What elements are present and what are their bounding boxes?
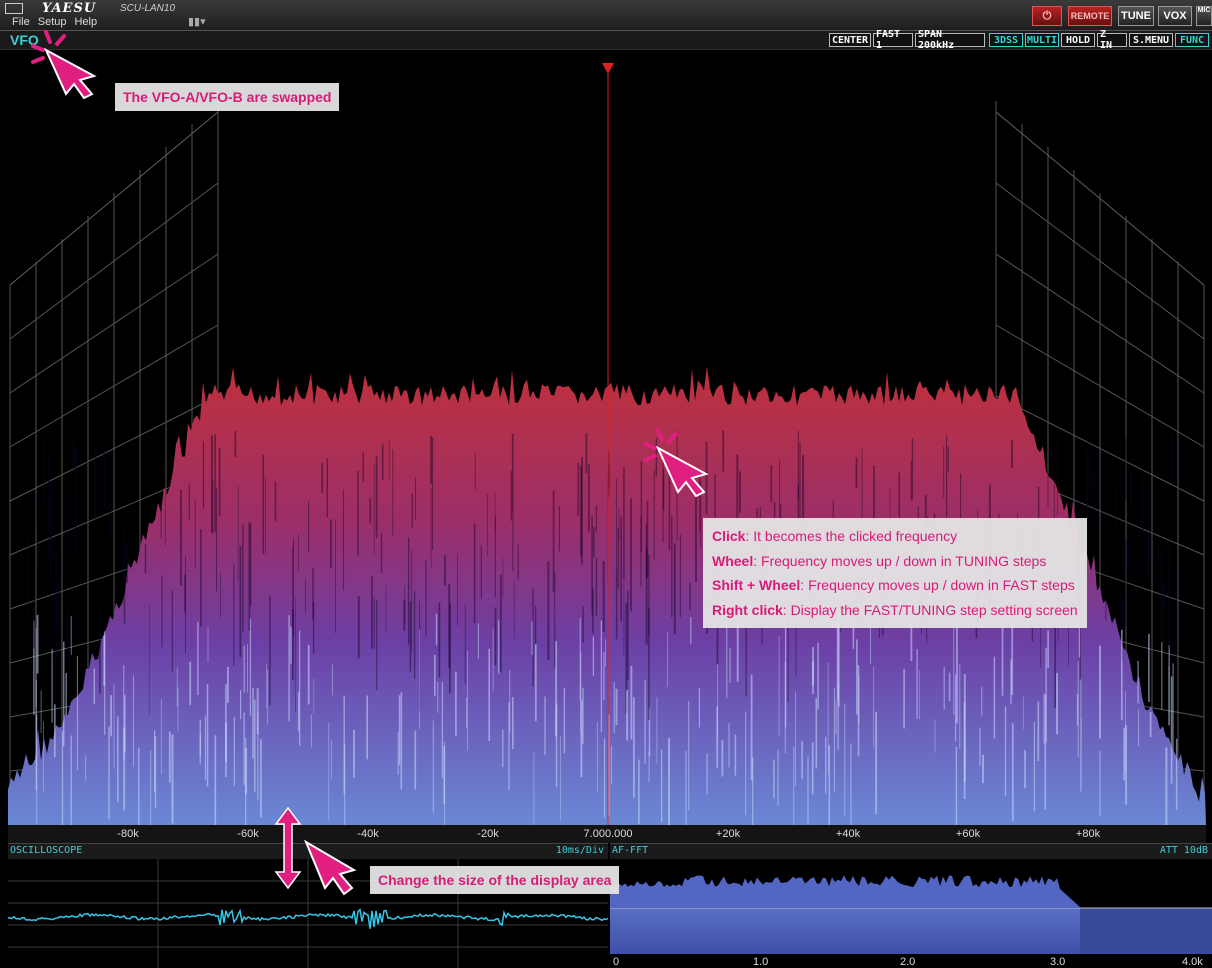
freq-label: +60k [955, 828, 981, 840]
title-bar: YAESU SCU-LAN10 File Setup Help ▮▮▾ ⏻ RE… [0, 0, 1212, 31]
window-icon[interactable] [5, 3, 23, 14]
fft-tick: 4.0k [1182, 956, 1203, 968]
menu-setup[interactable]: Setup [38, 16, 67, 28]
spectrum-svg [8, 63, 1206, 826]
hold-button[interactable]: HOLD [1061, 33, 1095, 47]
mic-button[interactable]: MIC [1196, 6, 1212, 26]
click-cursor-icon [643, 428, 709, 498]
brand-logo: YAESU [42, 1, 97, 16]
resize-annotation: Change the size of the display area [370, 866, 620, 894]
fft-tick: 2.0 [900, 956, 916, 968]
att-label: ATT 10dB [1159, 845, 1208, 856]
span-button[interactable]: SPAN 200kHz [915, 29, 985, 51]
app-name: SCU-LAN10 [120, 3, 176, 14]
s-menu-button[interactable]: S.MENU [1129, 33, 1173, 47]
timebase-label: 10ms/Div [555, 845, 604, 856]
freq-label: +80k [1075, 828, 1101, 840]
freq-label: +40k [835, 828, 861, 840]
center-marker-triangle [602, 63, 614, 74]
fft-tick: 1.0 [753, 956, 769, 968]
layout-dropdown-icon[interactable]: ▮▮▾ [188, 15, 206, 28]
tune-button[interactable]: TUNE [1118, 6, 1154, 26]
oscilloscope-title: OSCILLOSCOPE [10, 845, 83, 856]
resize-cursor-icon [274, 806, 357, 896]
freq-label: -40k [357, 828, 379, 840]
click-cursor-icon [31, 30, 97, 100]
center-button[interactable]: CENTER [829, 33, 871, 47]
multi-button[interactable]: MULTI [1025, 33, 1059, 47]
power-button[interactable]: ⏻ [1032, 6, 1062, 26]
power-icon: ⏻ [1042, 9, 1052, 22]
menu-bar: File Setup Help [12, 16, 97, 28]
3dss-button[interactable]: 3DSS [989, 33, 1023, 47]
freq-label: -80k [117, 828, 139, 840]
fft-tick: 0 [613, 956, 620, 968]
zoom-in-button[interactable]: Z IN [1097, 29, 1127, 51]
annotation-line: Right click: Display the FAST/TUNING ste… [712, 601, 1078, 618]
menu-file[interactable]: File [12, 16, 30, 28]
frequency-axis: -80k -60k -40k -20k 7.000.000 +20k +40k … [8, 825, 1206, 843]
af-fft-display [610, 875, 1212, 954]
freq-label: -20k [477, 828, 499, 840]
freq-label: +20k [715, 828, 741, 840]
af-fft-title: AF-FFT [612, 845, 649, 856]
vfo-swap-annotation: The VFO-A/VFO-B are swapped [115, 83, 340, 111]
annotation-line: Wheel: Frequency moves up / down in TUNI… [712, 552, 1047, 569]
annotation-line: Shift + Wheel: Frequency moves up / down… [712, 577, 1075, 593]
vfo-bar: VFO CENTER FAST 1 SPAN 200kHz 3DSS MULTI… [0, 29, 1212, 51]
fast-step-button[interactable]: FAST 1 [873, 29, 913, 51]
3dss-spectrum-display[interactable] [8, 50, 1206, 826]
af-fft-header: AF-FFT ATT 10dB [610, 844, 1212, 859]
annotation-line: Click: It becomes the clicked frequency [712, 528, 958, 544]
vox-button[interactable]: VOX [1158, 6, 1192, 26]
menu-help[interactable]: Help [74, 16, 97, 28]
center-frequency-label: 7.000.000 [583, 828, 633, 840]
controls-annotation: Click: It becomes the clicked frequency … [703, 518, 1087, 628]
func-button[interactable]: FUNC [1175, 33, 1209, 47]
af-fft-panel[interactable]: AF-FFT ATT 10dB 0 1.0 2.0 3.0 4.0k [610, 843, 1212, 968]
fft-tick: 3.0 [1050, 956, 1066, 968]
remote-button[interactable]: REMOTE [1068, 6, 1112, 26]
freq-label: -60k [237, 828, 259, 840]
